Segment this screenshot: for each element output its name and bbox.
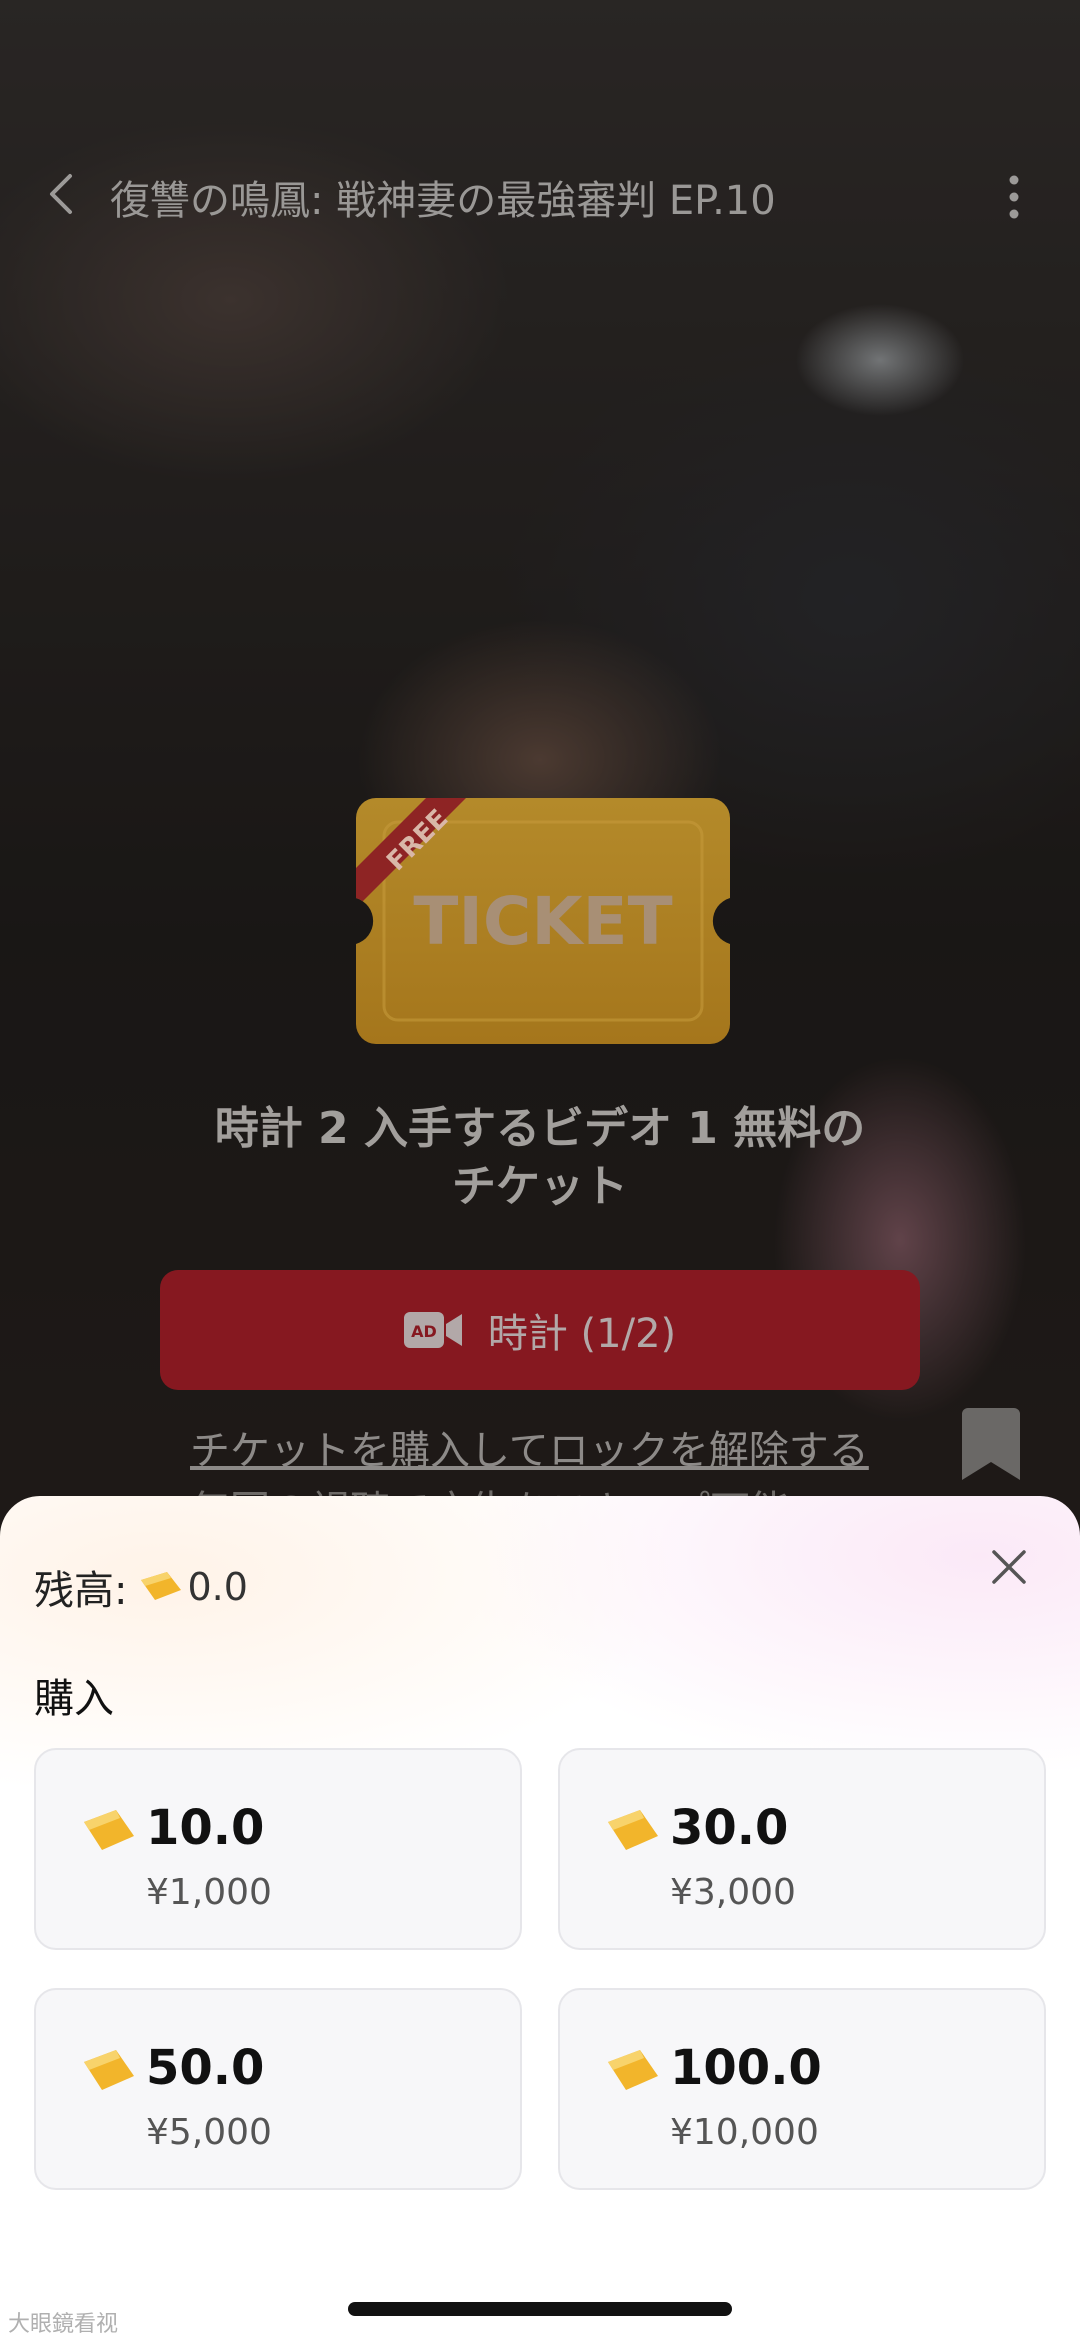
purchase-option-50[interactable]: 50.0 ¥5,000	[34, 1988, 522, 2190]
ticket-text: TICKET	[413, 883, 672, 960]
purchase-option-30[interactable]: 30.0 ¥3,000	[558, 1748, 1046, 1950]
watch-ad-button[interactable]: AD 時計 (1/2)	[160, 1270, 920, 1390]
option-price: ¥1,000	[146, 1872, 272, 1913]
promo-headline: 時計 2 入手するビデオ 1 無料の チケット	[140, 1100, 940, 1216]
headline-line-2: チケット	[452, 1161, 628, 1212]
option-price: ¥3,000	[670, 1872, 796, 1913]
watch-ad-label: 時計 (1/2)	[487, 1311, 677, 1357]
purchase-option-100[interactable]: 100.0 ¥10,000	[558, 1988, 1046, 2190]
purchase-option-10[interactable]: 10.0 ¥1,000	[34, 1748, 522, 1950]
bookmark-icon[interactable]	[962, 1408, 1020, 1480]
balance-label: 残高:	[34, 1568, 128, 1614]
close-icon[interactable]	[990, 1548, 1028, 1586]
home-indicator[interactable]	[348, 2302, 732, 2316]
option-price: ¥5,000	[146, 2112, 272, 2153]
ticket-coin-icon	[608, 1810, 658, 1850]
ticket-coin-icon	[141, 1572, 182, 1600]
ticket-coin-icon	[84, 1810, 134, 1850]
free-ticket-graphic: FREE TICKET	[356, 798, 730, 1044]
option-amount: 50.0	[146, 2040, 265, 2096]
vertical-ellipsis-icon[interactable]	[994, 172, 1034, 222]
option-amount: 100.0	[670, 2040, 822, 2096]
ticket-coin-icon	[84, 2050, 134, 2090]
top-bar: 復讐の鳴鳳: 戦神妻の最強審判 EP.10	[0, 150, 1080, 240]
purchase-label: 購入	[34, 1676, 114, 1722]
episode-screen: 復讐の鳴鳳: 戦神妻の最強審判 EP.10 FREE TICKET 時計 2 入…	[0, 0, 1080, 2341]
option-amount: 10.0	[146, 1800, 265, 1856]
ticket-coin-icon	[608, 2050, 658, 2090]
option-amount: 30.0	[670, 1800, 789, 1856]
episode-title: 復讐の鳴鳳: 戦神妻の最強審判 EP.10	[110, 178, 776, 224]
ad-video-icon: AD	[403, 1312, 462, 1348]
buy-ticket-unlock-link[interactable]: チケットを購入してロックを解除する	[190, 1418, 869, 1476]
svg-text:AD: AD	[411, 1322, 437, 1341]
balance-value: 0.0	[187, 1565, 248, 1609]
balance-row: 残高: 0.0	[34, 1558, 248, 1616]
headline-line-1: 時計 2 入手するビデオ 1 無料の	[214, 1103, 866, 1154]
chevron-left-icon[interactable]	[40, 172, 84, 216]
purchase-sheet: 残高: 0.0 購入 10.0 ¥1,000 30.0 ¥3,000 50.0 …	[0, 1496, 1080, 2341]
option-price: ¥10,000	[670, 2112, 819, 2153]
watermark: 大眼鏡看视	[8, 2312, 119, 2337]
